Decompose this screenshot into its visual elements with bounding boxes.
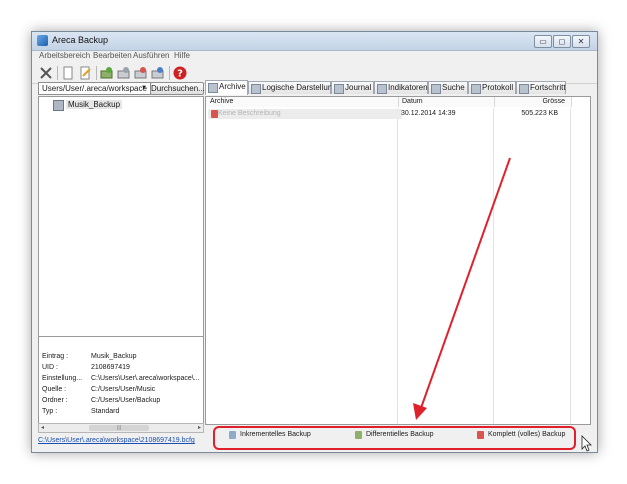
close-button[interactable]: ✕ [572,35,590,48]
info-key: UID : [42,364,58,371]
menu-hilfe[interactable]: Hilfe [174,51,190,60]
tab-suche[interactable]: Suche [428,81,468,94]
config-file-link[interactable]: C:\Users\User\.areca\workspace\210869741… [38,437,195,444]
archive-table: Archive Datum Grösse Keine Beschreibung … [205,96,591,425]
column-header-archive[interactable]: Archive [206,97,399,107]
date-cell: 30.12.2014 14:39 [401,110,456,117]
info-key: Eintrag : [42,353,69,360]
backup-green-icon[interactable] [100,66,114,80]
tab-protokoll[interactable]: Protokoll [468,81,516,94]
tab-archive[interactable]: Archive [205,80,248,95]
tools-icon[interactable] [39,66,53,80]
workspace-path: Users/User/.areca/workspace [42,84,147,93]
minimize-button[interactable]: ▭ [534,35,552,48]
target-tree: Musik_Backup [38,96,204,338]
journal-icon [334,84,344,94]
tab-label: Indikatoren [388,83,428,92]
info-value: C:\Users\User\.areca\workspace\... [91,375,200,382]
browse-button[interactable]: Durchsuchen... [150,82,205,95]
tab-label: Fortschritt [530,83,566,92]
size-cell: 505.223 KB [521,110,558,117]
tab-label: Logische Darstellung [262,83,337,92]
column-divider [493,108,494,424]
help-icon[interactable]: ? [173,66,187,80]
menu-bearbeiten[interactable]: Bearbeiten [93,51,132,60]
app-icon [37,35,48,46]
tab-logische-darstellung[interactable]: Logische Darstellung [248,81,337,94]
annotation-highlight-box [213,426,576,450]
archive-cell: Keine Beschreibung [208,109,402,119]
target-info-panel: Eintrag : Musik_Backup UID : 2108697419 Ei… [38,336,204,426]
column-divider [570,108,571,424]
tab-label: Archive [219,82,246,91]
tab-label: Suche [442,83,465,92]
tab-indikatoren[interactable]: Indikatoren [374,81,428,94]
info-value: Musik_Backup [91,353,137,360]
info-value: C:/Users/User/Backup [91,397,161,404]
horizontal-scrollbar[interactable]: ◂ ||| ▸ [38,423,204,433]
scroll-thumb[interactable]: ||| [89,425,149,431]
menu-bar: Arbeitsbereich Bearbeiten Ausführen Hilf… [32,51,597,62]
document-icon [377,84,387,94]
column-header-groesse[interactable]: Grösse [495,97,572,107]
tab-journal[interactable]: Journal [331,81,374,94]
table-row[interactable]: Keine Beschreibung 30.12.2014 14:39 505.… [206,109,590,119]
menu-ausfuehren[interactable]: Ausführen [133,51,169,60]
title-bar: Areca Backup ▭ ◻ ✕ [32,32,597,51]
toolbar-separator [57,66,58,80]
delete-icon[interactable] [134,66,148,80]
progress-icon [519,84,529,94]
edit-icon[interactable] [78,66,92,80]
svg-text:?: ? [177,69,183,80]
column-divider [397,108,398,424]
info-key: Einstellung... [42,375,83,382]
database-icon [208,83,218,93]
menu-arbeitsbereich[interactable]: Arbeitsbereich [39,51,90,60]
info-value: Standard [91,408,120,415]
tab-bar: Archive Logische Darstellung Journal Ind… [205,80,595,95]
archive-description: Keine Beschreibung [218,110,281,117]
search-icon [431,84,441,94]
maximize-button[interactable]: ◻ [553,35,571,48]
database-icon [251,84,261,94]
workspace-select[interactable]: Users/User/.areca/workspace ▼ [38,82,151,95]
toolbar-separator [96,66,97,80]
scroll-left-icon[interactable]: ◂ [41,424,44,431]
new-doc-icon[interactable] [61,66,75,80]
info-value: 2108697419 [91,364,130,371]
tab-label: Protokoll [482,83,514,92]
info-key: Quelle : [42,386,67,393]
tab-fortschritt[interactable]: Fortschritt [516,81,566,94]
column-header-datum[interactable]: Datum [399,97,495,107]
toolbar-separator [169,66,170,80]
archive-icon [211,110,218,118]
document-icon [471,84,481,94]
recover-icon[interactable] [151,66,165,80]
scroll-right-icon[interactable]: ▸ [198,424,201,431]
chevron-down-icon: ▼ [141,85,147,91]
info-key: Ordner : [42,397,68,404]
database-icon [53,100,64,111]
info-value: C:/Users/User/Music [91,386,156,393]
window-title: Areca Backup [52,35,109,45]
info-key: Typ : [42,408,58,415]
tab-label: Journal [345,83,372,92]
merge-icon[interactable] [117,66,131,80]
tree-item-label: Musik_Backup [66,100,123,109]
